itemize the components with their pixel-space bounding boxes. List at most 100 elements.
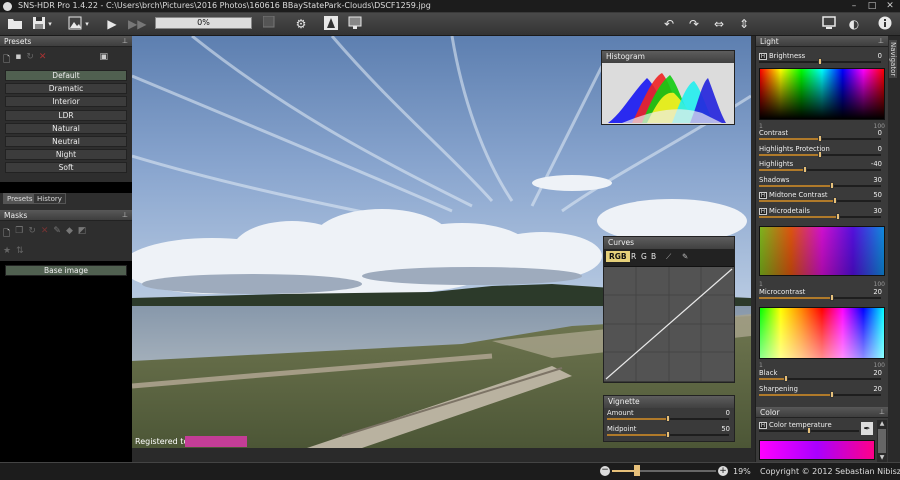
slider-knob[interactable] [818,150,822,158]
scroll-thumb[interactable] [878,429,886,453]
minimize-button[interactable]: – [846,1,862,12]
light-slider[interactable]: Highlights Protection 0 [759,145,885,159]
curve-line-icon[interactable]: ⟋ [666,252,671,262]
slider-knob[interactable] [830,181,835,189]
slider-knob[interactable] [818,135,822,142]
brightness-slider[interactable]: H Brightness 0 [759,52,885,66]
tab-presets[interactable]: Presets [3,193,37,204]
light-slider[interactable]: Highlights -40 [759,160,885,174]
new-preset-icon[interactable]: 🗋 [3,52,10,66]
navigator-tab[interactable]: Navigator [888,36,900,462]
toggle-icon[interactable]: H [759,53,767,60]
light-slider[interactable]: H Microdetails 30 [759,207,885,221]
black-slider[interactable]: Black 20 [759,369,885,383]
masks-header: Masks ⊥ [0,210,132,221]
stop-icon[interactable] [260,15,278,33]
sharpening-value: 20 [873,385,882,393]
move-icon[interactable]: ⇅ [16,246,24,260]
pin-icon[interactable]: ⊥ [879,407,885,418]
slider-label-text: Shadows [759,175,790,184]
vignette-amount-slider[interactable]: Amount 0 [607,409,733,423]
gradient-icon[interactable]: ◩ [78,226,87,240]
delete-icon[interactable]: ✕ [39,52,47,66]
tab-history[interactable]: History [33,193,66,204]
maximize-button[interactable]: □ [864,1,880,12]
light-slider[interactable]: Contrast 0 [759,129,885,143]
new-mask-icon[interactable]: 🗋 [3,226,10,240]
slider-knob[interactable] [666,415,670,422]
rotate-right-icon[interactable]: ↷ [685,16,703,33]
monitor-icon[interactable] [346,16,364,33]
channel-b[interactable]: B [651,252,656,261]
scroll-down-icon[interactable]: ▼ [877,454,887,462]
sharpening-slider[interactable]: Sharpening 20 [759,385,885,399]
curves-graph[interactable] [604,267,734,381]
slider-knob[interactable] [666,431,670,438]
preset-item[interactable]: Interior [5,96,127,108]
play-icon[interactable]: ▶ [103,16,121,33]
microcontrast-slider[interactable]: Microcontrast 20 [759,288,885,302]
save-dropdown-icon[interactable]: ▾ [46,16,54,33]
zoom-slider-knob[interactable] [634,465,640,476]
window-title: SNS-HDR Pro 1.4.22 - C:\Users\brch\Pictu… [18,1,431,10]
toggle-icon[interactable]: H [759,192,767,199]
vignette-midpoint-slider[interactable]: Midpoint 50 [607,425,733,439]
fast-forward-icon[interactable]: ▶▶ [128,16,146,33]
delete-mask-icon[interactable]: ✕ [41,226,49,240]
display-icon[interactable] [820,16,838,33]
pin-icon[interactable]: ⊥ [122,36,128,47]
preset-item[interactable]: Dramatic [5,83,127,95]
import-icon[interactable]: ▣ [99,52,108,66]
close-button[interactable]: ✕ [882,1,898,12]
light-slider[interactable]: H Midtone Contrast 50 [759,191,885,205]
preset-item[interactable]: Soft [5,162,127,174]
curve-pencil-icon[interactable]: ✎ [682,252,688,261]
eyedropper-icon[interactable]: ✒ [861,422,873,435]
zoom-out-icon[interactable]: − [600,466,610,476]
slider-knob[interactable] [830,294,835,301]
channel-r[interactable]: R [631,252,636,261]
preset-item[interactable]: Default [5,70,127,81]
slider-knob[interactable] [836,212,841,220]
refresh-icon[interactable]: ↻ [26,52,34,66]
scale-max: 100 [873,362,885,369]
copy-mask-icon[interactable]: ❐ [15,226,23,240]
brush-icon[interactable]: ✎ [53,226,61,240]
color-management-icon[interactable]: ◐ [845,16,863,33]
flip-horizontal-icon[interactable]: ⇔ [710,16,728,33]
star-icon[interactable]: ★ [3,246,11,260]
adjust-icon[interactable] [322,16,340,33]
eraser-icon[interactable]: ◆ [66,226,73,240]
toggle-icon[interactable]: H [759,207,767,215]
refresh-mask-icon[interactable]: ↻ [28,226,36,240]
pin-icon[interactable]: ⊥ [878,36,884,47]
masks-toolbar-2: ★ ⇅ [3,246,24,260]
open-folder-icon[interactable] [6,16,24,33]
toggle-icon[interactable]: H [759,422,767,429]
slider-knob[interactable] [830,391,835,398]
scrollbar[interactable]: ▲ ▼ [877,420,887,462]
channel-g[interactable]: G [641,252,647,261]
scroll-up-icon[interactable]: ▲ [877,420,887,428]
flip-vertical-icon[interactable]: ⇕ [735,16,753,33]
light-slider[interactable]: Shadows 30 [759,176,885,190]
mask-base-image[interactable]: Base image [5,265,127,276]
pin-icon[interactable]: ⊥ [122,210,128,221]
rotate-left-icon[interactable]: ↶ [660,16,678,33]
settings-gears-icon[interactable]: ⚙ [292,16,310,33]
preset-item[interactable]: LDR [5,109,127,121]
slider-knob[interactable] [818,58,822,65]
image-dropdown-icon[interactable]: ▾ [83,16,91,33]
channel-rgb[interactable]: RGB [606,251,630,262]
save-preset-icon[interactable]: ▪ [15,52,21,66]
preset-item[interactable]: Neutral [5,136,127,147]
about-icon[interactable] [876,16,894,33]
image-settings-icon[interactable] [66,16,84,33]
slider-knob[interactable] [807,427,811,434]
slider-knob[interactable] [832,197,837,204]
zoom-in-icon[interactable]: + [718,466,728,476]
slider-knob[interactable] [803,166,808,173]
slider-knob[interactable] [783,375,788,382]
preset-item[interactable]: Night [5,149,127,161]
preset-item[interactable]: Natural [5,122,127,134]
